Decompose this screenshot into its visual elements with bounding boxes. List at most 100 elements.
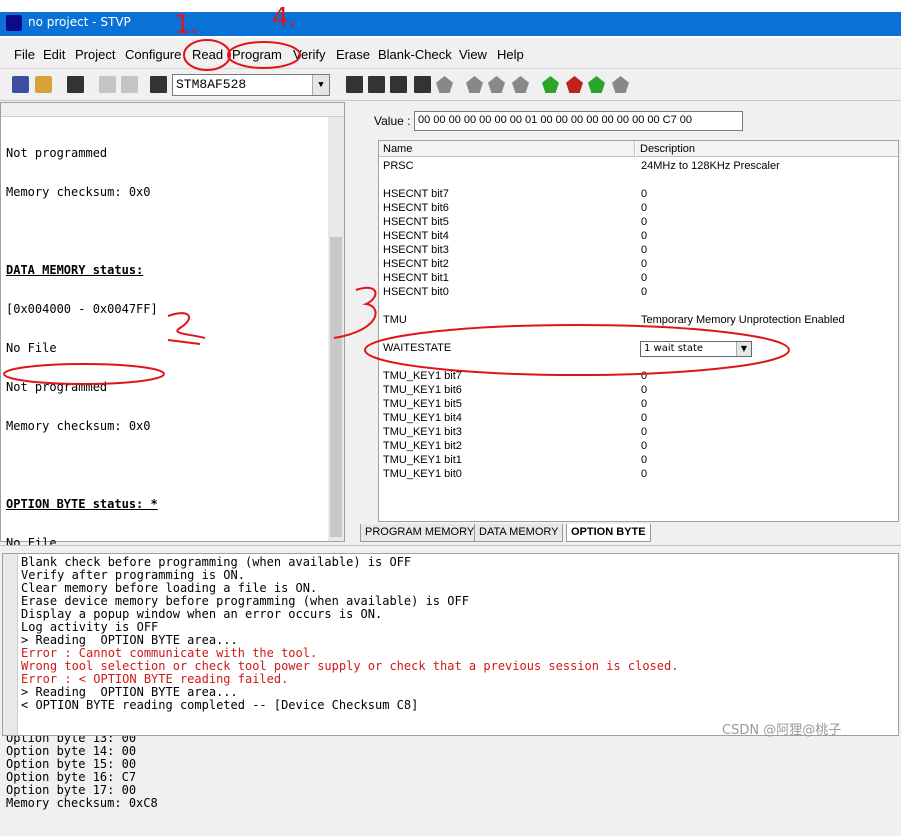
row-name[interactable]: HSECNT bit2: [383, 257, 449, 271]
status-line: No File: [6, 341, 57, 355]
verify-option-icon[interactable]: [512, 76, 529, 93]
device-icon[interactable]: [150, 76, 167, 93]
paste-icon[interactable]: [121, 76, 138, 93]
row-description[interactable]: 0: [641, 411, 647, 425]
row-name[interactable]: TMU_KEY1 bit6: [383, 383, 462, 397]
menu-read[interactable]: Read: [192, 47, 223, 62]
row-description[interactable]: 0: [641, 383, 647, 397]
status-line: Memory checksum: 0x0: [6, 185, 151, 199]
menu-project[interactable]: Project: [75, 47, 115, 62]
row-name[interactable]: TMU_KEY1 bit3: [383, 425, 462, 439]
menu-file[interactable]: File: [14, 47, 35, 62]
blank-check-icon[interactable]: [588, 76, 605, 93]
row-description[interactable]: 0: [641, 453, 647, 467]
row-name[interactable]: TMU_KEY1 bit4: [383, 411, 462, 425]
open-folder-icon[interactable]: [35, 76, 52, 93]
save-icon[interactable]: [12, 76, 29, 93]
device-select-value: STM8AF528: [176, 77, 247, 92]
copy-icon[interactable]: [99, 76, 116, 93]
row-description[interactable]: 0: [641, 397, 647, 411]
option-byte-line: Memory checksum: 0xC8: [6, 796, 158, 810]
row-description[interactable]: Temporary Memory Unprotection Enabled: [641, 313, 845, 327]
row-description[interactable]: 0: [641, 285, 647, 299]
chevron-down-icon[interactable]: ▼: [736, 342, 751, 356]
column-header-description[interactable]: Description: [636, 141, 898, 157]
menu-edit[interactable]: Edit: [43, 47, 65, 62]
waitstate-value: 1 wait state: [644, 343, 704, 354]
log-line: < OPTION BYTE reading completed -- [Devi…: [21, 698, 419, 712]
row-description[interactable]: 0: [641, 467, 647, 481]
option-byte-line: Option byte 15: 00: [6, 757, 137, 771]
row-description[interactable]: 0: [641, 243, 647, 257]
window-title: no project - STVP: [28, 15, 131, 29]
row-name[interactable]: TMU: [383, 313, 407, 327]
blank-check-all-icon[interactable]: [612, 76, 629, 93]
erase-icon[interactable]: [542, 76, 559, 93]
option-byte-line: Option byte 16: C7: [6, 770, 137, 784]
data-memory-heading: DATA MEMORY status:: [6, 263, 144, 277]
value-field-text: 00 00 00 00 00 00 00 01 00 00 00 00 00 0…: [418, 114, 693, 126]
row-name[interactable]: TMU_KEY1 bit0: [383, 467, 462, 481]
row-name[interactable]: HSECNT bit5: [383, 215, 449, 229]
menu-erase[interactable]: Erase: [336, 47, 370, 62]
status-line: Not programmed: [6, 146, 108, 160]
device-select[interactable]: STM8AF528 ▼: [172, 74, 330, 96]
row-name[interactable]: HSECNT bit4: [383, 229, 449, 243]
erase-all-icon[interactable]: [566, 76, 583, 93]
verify-icon[interactable]: [466, 76, 483, 93]
row-name[interactable]: TMU_KEY1 bit1: [383, 453, 462, 467]
row-name[interactable]: TMU_KEY1 bit2: [383, 439, 462, 453]
row-description[interactable]: 0: [641, 201, 647, 215]
row-description[interactable]: 0: [641, 271, 647, 285]
value-label: Value :: [374, 114, 411, 128]
chip-icon[interactable]: [67, 76, 84, 93]
status-line: [0x004000 - 0x0047FF]: [6, 302, 158, 316]
title-bar: no project - STVP: [0, 0, 901, 38]
tab-option-byte[interactable]: OPTION BYTE: [566, 524, 651, 542]
row-name[interactable]: TMU_KEY1 bit5: [383, 397, 462, 411]
value-field[interactable]: 00 00 00 00 00 00 00 01 00 00 00 00 00 0…: [414, 111, 743, 131]
row-description[interactable]: 0: [641, 215, 647, 229]
row-name[interactable]: HSECNT bit0: [383, 285, 449, 299]
read-option-icon[interactable]: [390, 76, 407, 93]
row-name[interactable]: HSECNT bit7: [383, 187, 449, 201]
log-scrollbar[interactable]: [3, 554, 18, 735]
tab-data-memory[interactable]: DATA MEMORY: [474, 524, 564, 542]
watermark: CSDN @阿狸@桃子: [722, 723, 842, 738]
scrollbar-thumb[interactable]: [330, 237, 342, 537]
menu-help[interactable]: Help: [497, 47, 524, 62]
verify-all-icon[interactable]: [488, 76, 505, 93]
option-byte-line: Option byte 17: 00: [6, 783, 137, 797]
row-name[interactable]: PRSC: [383, 159, 414, 173]
log-lines: Blank check before programming (when ava…: [21, 556, 678, 712]
row-name[interactable]: TMU_KEY1 bit7: [383, 369, 462, 383]
menu-configure[interactable]: Configure: [125, 47, 181, 62]
row-name[interactable]: HSECNT bit6: [383, 201, 449, 215]
waitstate-select[interactable]: 1 wait state ▼: [640, 341, 752, 357]
row-name[interactable]: HSECNT bit1: [383, 271, 449, 285]
row-description[interactable]: 0: [641, 257, 647, 271]
row-description[interactable]: 0: [641, 369, 647, 383]
row-description[interactable]: 0: [641, 187, 647, 201]
status-line: Not programmed: [6, 380, 108, 394]
row-description[interactable]: 0: [641, 229, 647, 243]
row-description[interactable]: 0: [641, 425, 647, 439]
menu-blank-check[interactable]: Blank-Check: [378, 47, 452, 62]
option-grid: Name Description PRSC 24MHz to 128KHz Pre…: [378, 140, 899, 522]
program-all-icon[interactable]: [436, 76, 453, 93]
status-scrollbar[interactable]: [328, 117, 344, 541]
row-name[interactable]: WAITESTATE: [383, 341, 451, 355]
chevron-down-icon[interactable]: ▼: [312, 75, 329, 95]
column-header-name[interactable]: Name: [379, 141, 635, 157]
tab-program-memory[interactable]: PROGRAM MEMORY: [360, 524, 480, 542]
menu-verify[interactable]: Verify: [293, 47, 326, 62]
read-all-icon[interactable]: [368, 76, 385, 93]
program-icon[interactable]: [414, 76, 431, 93]
menu-view[interactable]: View: [459, 47, 487, 62]
read-icon[interactable]: [346, 76, 363, 93]
row-description[interactable]: 24MHz to 128KHz Prescaler: [641, 159, 780, 173]
status-pane: Not programmed Memory checksum: 0x0 DATA…: [0, 102, 345, 810]
row-name[interactable]: HSECNT bit3: [383, 243, 449, 257]
menu-program[interactable]: Program: [232, 47, 282, 62]
row-description[interactable]: 0: [641, 439, 647, 453]
